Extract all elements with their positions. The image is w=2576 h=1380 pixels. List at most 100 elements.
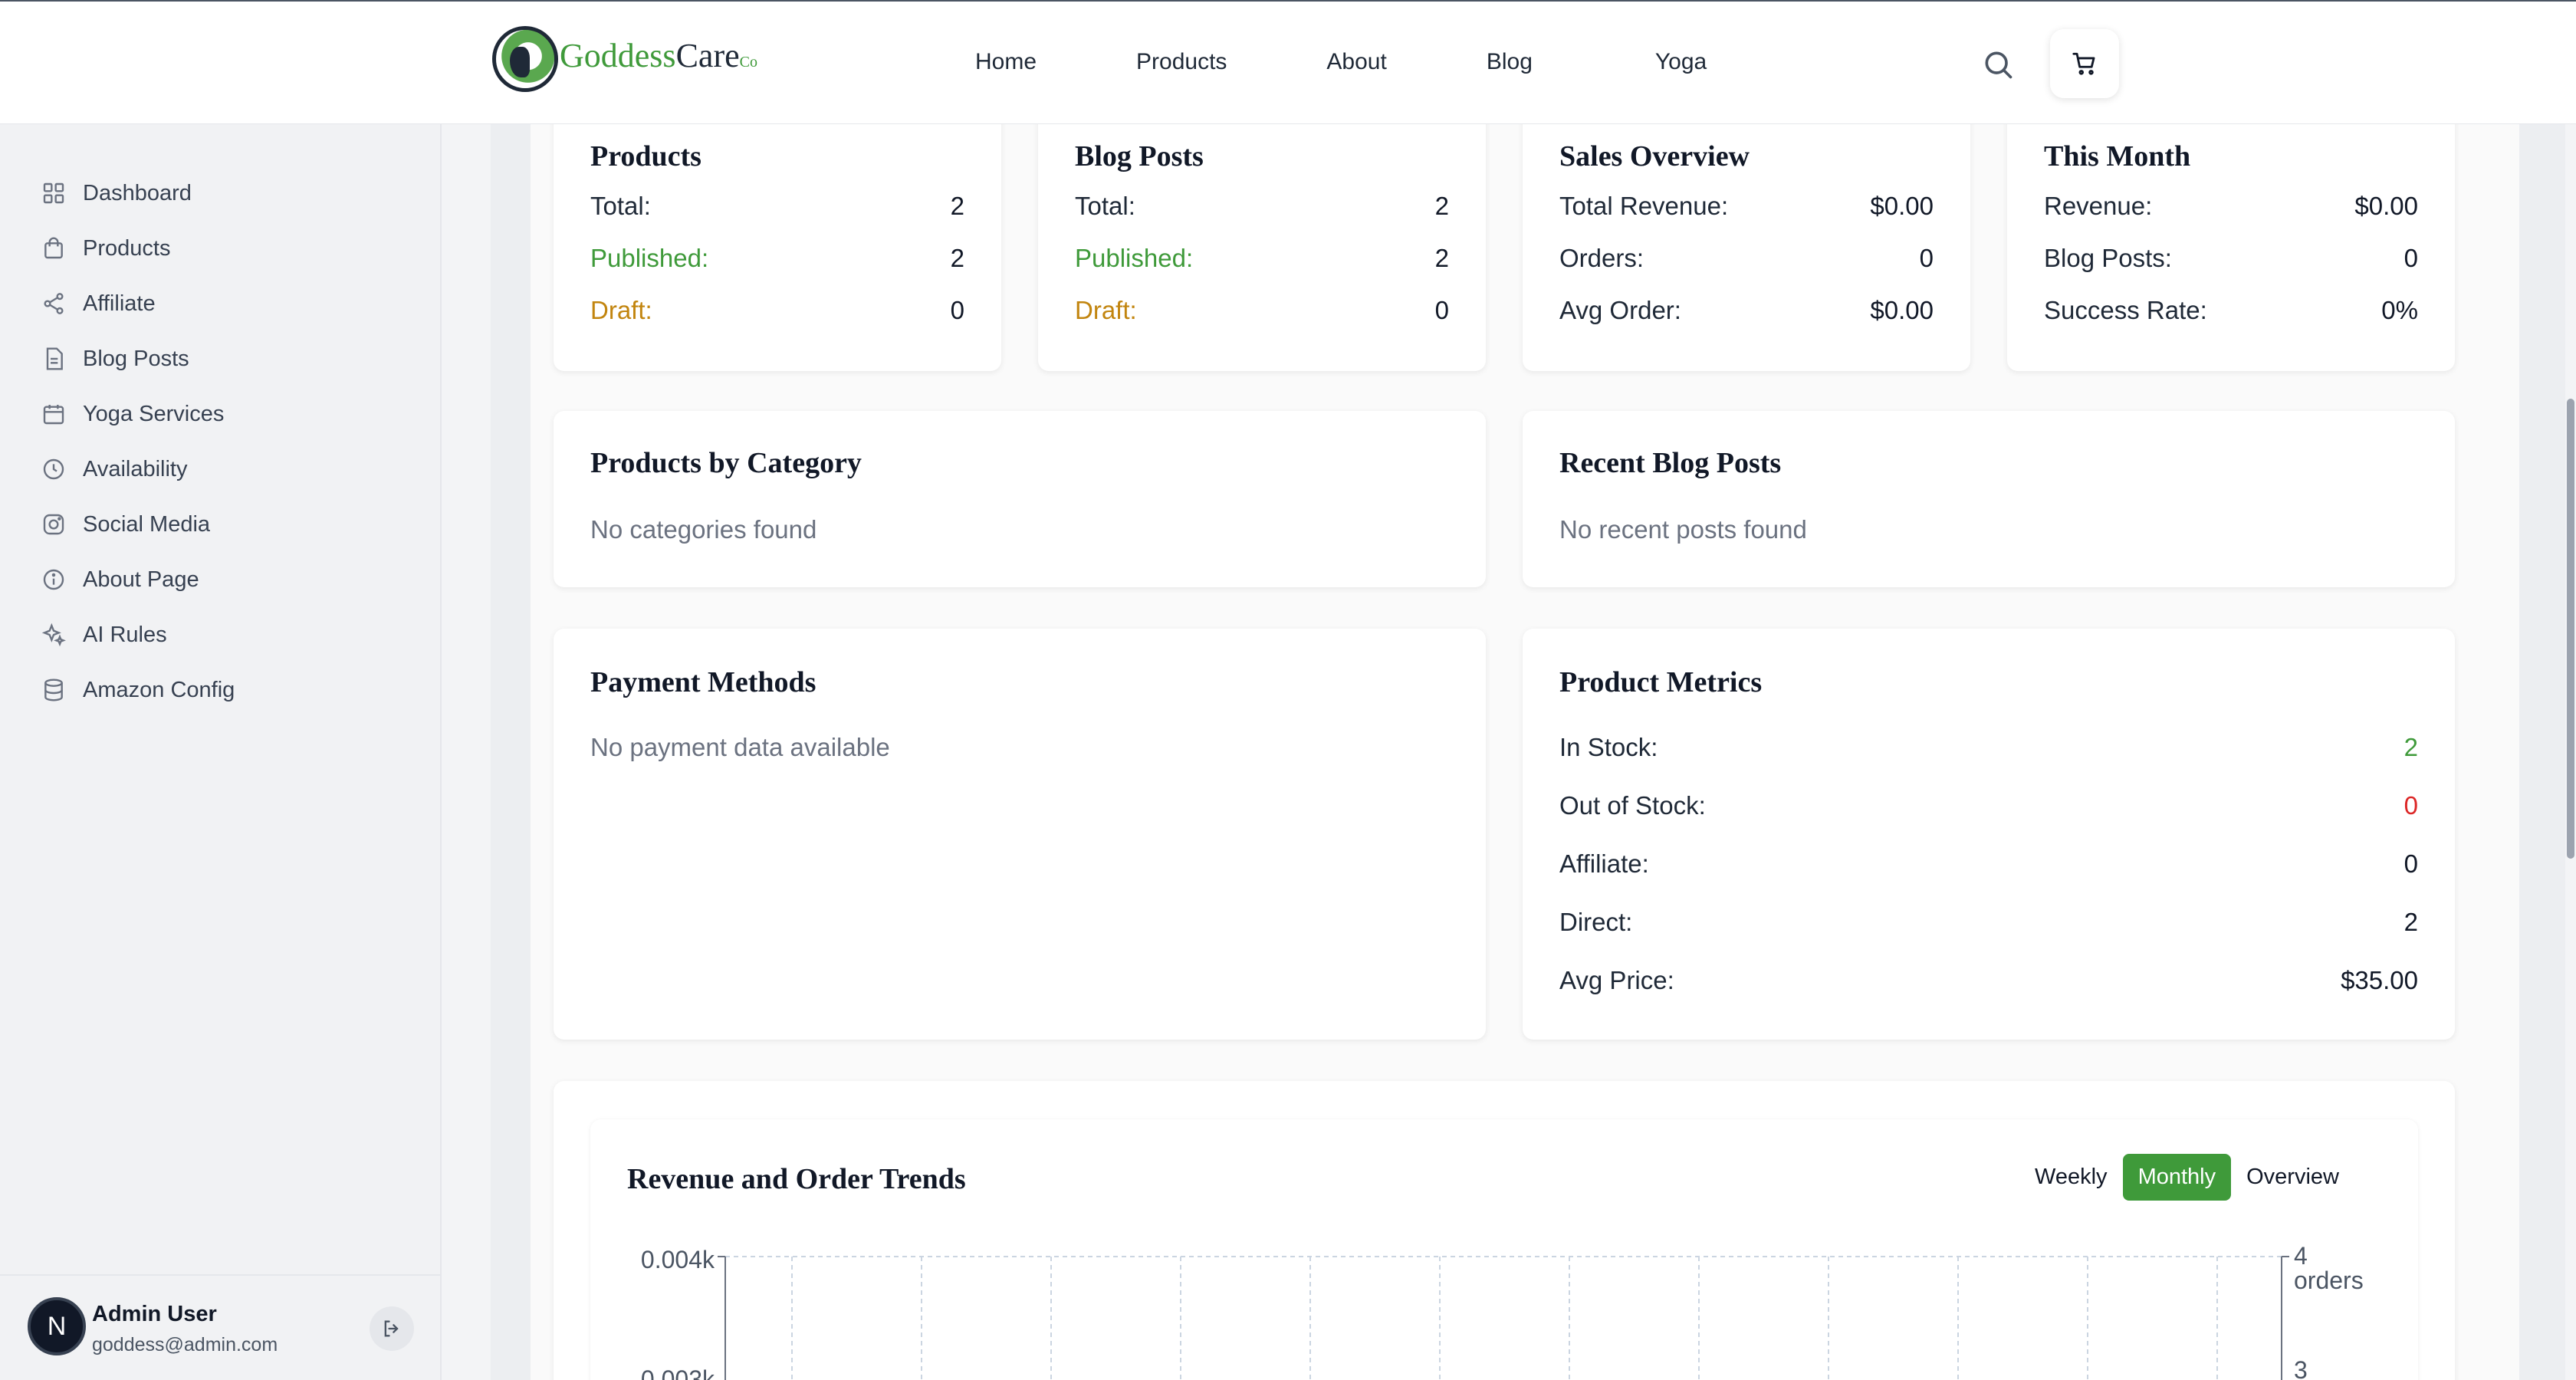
products-by-category-card: Products by Category No categories found (554, 411, 1486, 587)
instagram-icon (43, 514, 64, 535)
sidebar-item-label: AI Rules (83, 622, 167, 647)
sidebar-menu: Dashboard Products Affiliate Blog Posts … (41, 166, 235, 718)
stat-row: Orders: 0 (1559, 244, 1934, 272)
card-title: Products by Category (590, 447, 862, 479)
avatar[interactable]: N (28, 1297, 86, 1355)
nav-yoga[interactable]: Yoga (1655, 49, 1707, 75)
sidebar-item-label: Amazon Config (83, 677, 235, 702)
sidebar-item-label: Yoga Services (83, 401, 225, 426)
stat-row: Total Revenue: $0.00 (1559, 192, 1934, 220)
database-icon (44, 678, 63, 702)
product-metrics-card: Product Metrics In Stock: 2 Out of Stock:… (1523, 629, 2455, 1040)
sidebar-item-label: About Page (83, 567, 199, 592)
content-gutter-left (491, 124, 531, 1380)
share-icon (44, 293, 64, 314)
logout-button[interactable] (370, 1306, 414, 1351)
card-title: This Month (2044, 140, 2191, 172)
stat-row: Published: 2 (1075, 244, 1449, 272)
card-title: Sales Overview (1559, 140, 1750, 172)
calendar-icon (43, 405, 64, 425)
sidebar-item-ai-rules[interactable]: AI Rules (41, 607, 235, 662)
stat-row: Published: 2 (590, 244, 964, 272)
y-left-tick-label: 0.003k (641, 1365, 715, 1380)
sidebar-item-label: Social Media (83, 511, 211, 537)
shopping-cart-icon (2072, 52, 2095, 75)
document-icon (46, 347, 63, 370)
metric-row: Out of Stock: 0 (1559, 791, 2418, 820)
recent-blog-posts-card: Recent Blog Posts No recent posts found (1523, 411, 2455, 587)
card-title: Product Metrics (1559, 666, 1763, 698)
stat-row: Draft: 0 (1075, 296, 1449, 324)
sidebar-item-social-media[interactable]: Social Media (41, 497, 235, 552)
sidebar-item-label: Blog Posts (83, 346, 189, 371)
products-stats-card: Products Total: 2 Published: 2 Draft: 0 (554, 107, 1001, 371)
empty-message: No payment data available (590, 733, 890, 761)
nav-home[interactable]: Home (975, 49, 1037, 75)
payment-methods-card: Payment Methods No payment data availabl… (554, 629, 1486, 1040)
nav-about[interactable]: About (1326, 49, 1386, 75)
this-month-card: This Month Revenue: $0.00 Blog Posts: 0 Su… (2007, 107, 2455, 371)
sidebar-item-yoga-services[interactable]: Yoga Services (41, 386, 235, 442)
stat-row: Success Rate: 0% (2044, 296, 2418, 324)
main-nav: Home Products About Blog Yoga (975, 49, 1707, 75)
tab-overview[interactable]: Overview (2231, 1154, 2354, 1201)
y-right-unit-label: orders (2294, 1267, 2364, 1294)
admin-sidebar: Dashboard Products Affiliate Blog Posts … (0, 124, 442, 1380)
sidebar-item-label: Products (83, 235, 171, 261)
stat-row: Total: 2 (1075, 192, 1449, 220)
user-name: Admin User (92, 1302, 217, 1326)
search-icon (1985, 51, 2013, 79)
metric-row: Affiliate: 0 (1559, 849, 2418, 878)
content-gutter-right (2519, 124, 2565, 1380)
sidebar-item-blog-posts[interactable]: Blog Posts (41, 331, 235, 386)
stat-row: Blog Posts: 0 (2044, 244, 2418, 272)
sparkles-icon (41, 623, 66, 647)
empty-message: No recent posts found (1559, 515, 1807, 544)
card-title: Blog Posts (1075, 140, 1204, 172)
blog-stats-card: Blog Posts Total: 2 Published: 2 Draft: 0 (1038, 107, 1486, 371)
stat-row: Draft: 0 (590, 296, 964, 324)
trends-chart: 0.004k 0.003k 4 orders 3 (641, 1242, 2364, 1380)
stat-row: Avg Order: $0.00 (1559, 296, 1934, 324)
sidebar-item-availability[interactable]: Availability (41, 442, 235, 497)
chart-grid (725, 1256, 2282, 1380)
nav-blog[interactable]: Blog (1487, 49, 1533, 75)
sidebar-item-dashboard[interactable]: Dashboard (41, 166, 235, 221)
sidebar-item-label: Availability (83, 456, 188, 481)
card-title: Recent Blog Posts (1559, 447, 1782, 479)
trend-period-tabs: Weekly Monthly Overview (2019, 1154, 2354, 1201)
metric-row: Avg Price: $35.00 (1559, 966, 2418, 994)
stat-row: Revenue: $0.00 (2044, 192, 2418, 220)
sidebar-item-products[interactable]: Products (41, 221, 235, 276)
sidebar-item-affiliate[interactable]: Affiliate (41, 276, 235, 331)
logout-icon (384, 1320, 399, 1337)
scrollbar-thumb[interactable] (2567, 399, 2574, 859)
tab-monthly[interactable]: Monthly (2122, 1154, 2232, 1201)
y-right-tick-label: 3 (2294, 1356, 2308, 1380)
top-navbar: GoddessCareCo Home Products About Blog Y… (0, 0, 2576, 124)
sidebar-item-label: Dashboard (83, 180, 192, 205)
shopping-bag-icon (44, 237, 63, 259)
empty-message: No categories found (590, 515, 817, 544)
sidebar-item-about-page[interactable]: About Page (41, 552, 235, 607)
sidebar-item-label: Affiliate (83, 291, 156, 316)
clock-icon (43, 458, 64, 480)
card-title: Payment Methods (590, 666, 816, 698)
info-icon (43, 569, 64, 590)
nav-products[interactable]: Products (1136, 49, 1227, 75)
cart-button[interactable] (2050, 29, 2119, 98)
logo-text: GoddessCareCo (560, 36, 757, 74)
site-logo[interactable]: GoddessCareCo (492, 25, 757, 94)
search-button[interactable] (1981, 48, 2015, 81)
sales-overview-card: Sales Overview Total Revenue: $0.00 Order… (1523, 107, 1970, 371)
tab-weekly[interactable]: Weekly (2019, 1154, 2123, 1201)
logo-icon (492, 26, 558, 92)
metric-row: In Stock: 2 (1559, 733, 2418, 761)
chart-title: Revenue and Order Trends (627, 1163, 966, 1195)
y-right-tick-label: 4 (2294, 1242, 2308, 1270)
dashboard-icon (43, 182, 64, 204)
user-panel: N Admin User goddess@admin.com (0, 1274, 440, 1380)
sidebar-item-amazon-config[interactable]: Amazon Config (41, 662, 235, 718)
metric-row: Direct: 2 (1559, 908, 2418, 936)
y-left-tick-label: 0.004k (641, 1246, 715, 1273)
